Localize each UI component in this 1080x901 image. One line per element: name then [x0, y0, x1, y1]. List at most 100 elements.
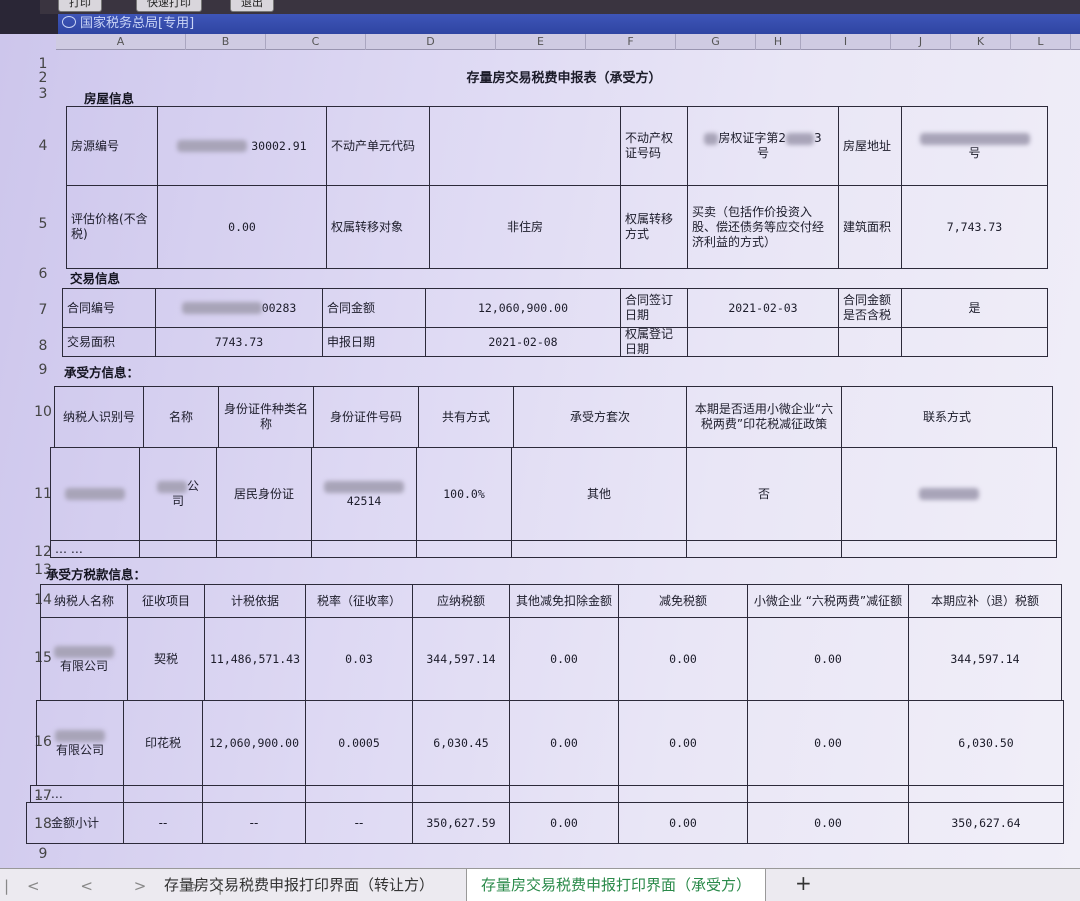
transfer-method-value[interactable]: 买卖（包括作价投资入股、偿还债务等应交付经济利益的方式）: [687, 185, 839, 269]
appraisal-value[interactable]: 0.00: [157, 185, 327, 269]
register-date-value[interactable]: [687, 327, 839, 357]
declare-date-value[interactable]: 2021-02-08: [425, 327, 621, 357]
quick-print-button[interactable]: 快速打印: [136, 0, 202, 12]
buyer-empty[interactable]: [686, 540, 842, 558]
buyer-empty[interactable]: [311, 540, 417, 558]
tax-r2-pay[interactable]: 6,030.50: [908, 700, 1064, 786]
row-num[interactable]: 8: [20, 338, 66, 354]
buyer-policy-value[interactable]: 否: [686, 447, 842, 541]
tax-empty[interactable]: [747, 785, 909, 803]
tax-r1-due[interactable]: 344,597.14: [412, 617, 510, 701]
tax-r1-small[interactable]: 0.00: [747, 617, 909, 701]
tax-r2-due[interactable]: 6,030.45: [412, 700, 510, 786]
col-f[interactable]: F: [586, 34, 676, 50]
sum-pay[interactable]: 350,627.64: [908, 802, 1064, 844]
tax-empty[interactable]: [202, 785, 306, 803]
tax-r2-rate[interactable]: 0.0005: [305, 700, 413, 786]
buyer-name-value[interactable]: 公 司: [139, 447, 217, 541]
tab-transferee[interactable]: 存量房交易税费申报打印界面（承受方）: [466, 869, 767, 901]
sum-due[interactable]: 350,627.59: [412, 802, 510, 844]
contract-amount-value[interactable]: 12,060,900.00: [425, 288, 621, 328]
address-value[interactable]: 号: [901, 106, 1048, 186]
tax-r2-small[interactable]: 0.00: [747, 700, 909, 786]
tax-r1-other[interactable]: 0.00: [509, 617, 619, 701]
col-a[interactable]: A: [56, 34, 186, 50]
buyer-h-idtype: 身份证件种类名称: [218, 386, 314, 448]
tab-transferor[interactable]: 存量房交易税费申报打印界面（转让方）: [150, 869, 448, 901]
buyer-times-value[interactable]: 其他: [511, 447, 687, 541]
trade-area-value[interactable]: 7743.73: [155, 327, 323, 357]
row-num[interactable]: 3: [20, 86, 66, 102]
tax-r1-base[interactable]: 11,486,571.43: [204, 617, 306, 701]
exit-button[interactable]: 退出: [230, 0, 274, 12]
tax-empty[interactable]: [908, 785, 1064, 803]
row-num[interactable]: 4: [20, 138, 66, 154]
unit-code-label: 不动产单元代码: [326, 106, 430, 186]
tax-r2-name[interactable]: 有限公司: [36, 700, 124, 786]
col-b[interactable]: B: [186, 34, 266, 50]
col-d[interactable]: D: [366, 34, 496, 50]
row-num[interactable]: 9: [20, 846, 66, 862]
tax-empty[interactable]: [123, 785, 203, 803]
sign-date-value[interactable]: 2021-02-03: [687, 288, 839, 328]
tax-r1-pay[interactable]: 344,597.14: [908, 617, 1062, 701]
tax-empty[interactable]: [509, 785, 619, 803]
col-g[interactable]: G: [676, 34, 756, 50]
buyer-contact-value[interactable]: [841, 447, 1057, 541]
buyer-empty[interactable]: [841, 540, 1057, 558]
col-i[interactable]: I: [801, 34, 891, 50]
trade-empty[interactable]: [838, 327, 902, 357]
contract-no-value[interactable]: 00283: [155, 288, 323, 328]
trade-area-label: 交易面积: [62, 327, 156, 357]
tax-r2-base[interactable]: 12,060,900.00: [202, 700, 306, 786]
transfer-object-value[interactable]: 非住房: [429, 185, 621, 269]
buyer-share-value[interactable]: 100.0%: [416, 447, 512, 541]
sum-small[interactable]: 0.00: [747, 802, 909, 844]
col-j[interactable]: J: [891, 34, 951, 50]
sum-item[interactable]: --: [123, 802, 203, 844]
tax-r1-rate[interactable]: 0.03: [305, 617, 413, 701]
row-num[interactable]: 6: [20, 266, 66, 282]
tax-empty[interactable]: [412, 785, 510, 803]
spreadsheet[interactable]: A B C D E F G H I J K L M 1 2 3 4 5 6 7 …: [0, 34, 1080, 868]
building-area-value[interactable]: 7,743.73: [901, 185, 1048, 269]
tax-h-item: 征收项目: [127, 584, 205, 618]
row-num[interactable]: 7: [20, 302, 66, 318]
row-num[interactable]: 2: [20, 70, 66, 86]
buyer-empty[interactable]: [416, 540, 512, 558]
col-k[interactable]: K: [951, 34, 1011, 50]
add-sheet-icon[interactable]: +: [795, 871, 812, 895]
tax-r2-item[interactable]: 印花税: [123, 700, 203, 786]
row-num[interactable]: 9: [20, 362, 66, 378]
tax-r2-other[interactable]: 0.00: [509, 700, 619, 786]
buyer-empty[interactable]: [139, 540, 217, 558]
buyer-idtype-value[interactable]: 居民身份证: [216, 447, 312, 541]
sum-relief[interactable]: 0.00: [618, 802, 748, 844]
tax-empty[interactable]: [618, 785, 748, 803]
col-l[interactable]: L: [1011, 34, 1071, 50]
sum-base[interactable]: --: [202, 802, 306, 844]
tax-r1-relief[interactable]: 0.00: [618, 617, 748, 701]
sum-rate[interactable]: --: [305, 802, 413, 844]
col-m[interactable]: M: [1071, 34, 1080, 50]
col-h[interactable]: H: [756, 34, 801, 50]
row-num[interactable]: 5: [20, 216, 66, 232]
buyer-taxid-value[interactable]: [50, 447, 140, 541]
unit-code-value[interactable]: [429, 106, 621, 186]
tax-r1-name[interactable]: 有限公司: [40, 617, 128, 701]
tax-r1-item[interactable]: 契税: [127, 617, 205, 701]
contract-amount-label: 合同金额: [322, 288, 426, 328]
print-button[interactable]: 打印: [58, 0, 102, 12]
buyer-empty[interactable]: [216, 540, 312, 558]
buyer-idno-value[interactable]: 42514: [311, 447, 417, 541]
col-e[interactable]: E: [496, 34, 586, 50]
sum-other[interactable]: 0.00: [509, 802, 619, 844]
house-no-value[interactable]: 30002.91: [157, 106, 327, 186]
trade-empty[interactable]: [901, 327, 1048, 357]
tax-included-value[interactable]: 是: [901, 288, 1048, 328]
tax-r2-relief[interactable]: 0.00: [618, 700, 748, 786]
cert-no-value[interactable]: 房权证字第2 3 号: [687, 106, 839, 186]
tax-empty[interactable]: [305, 785, 413, 803]
buyer-empty[interactable]: [511, 540, 687, 558]
col-c[interactable]: C: [266, 34, 366, 50]
